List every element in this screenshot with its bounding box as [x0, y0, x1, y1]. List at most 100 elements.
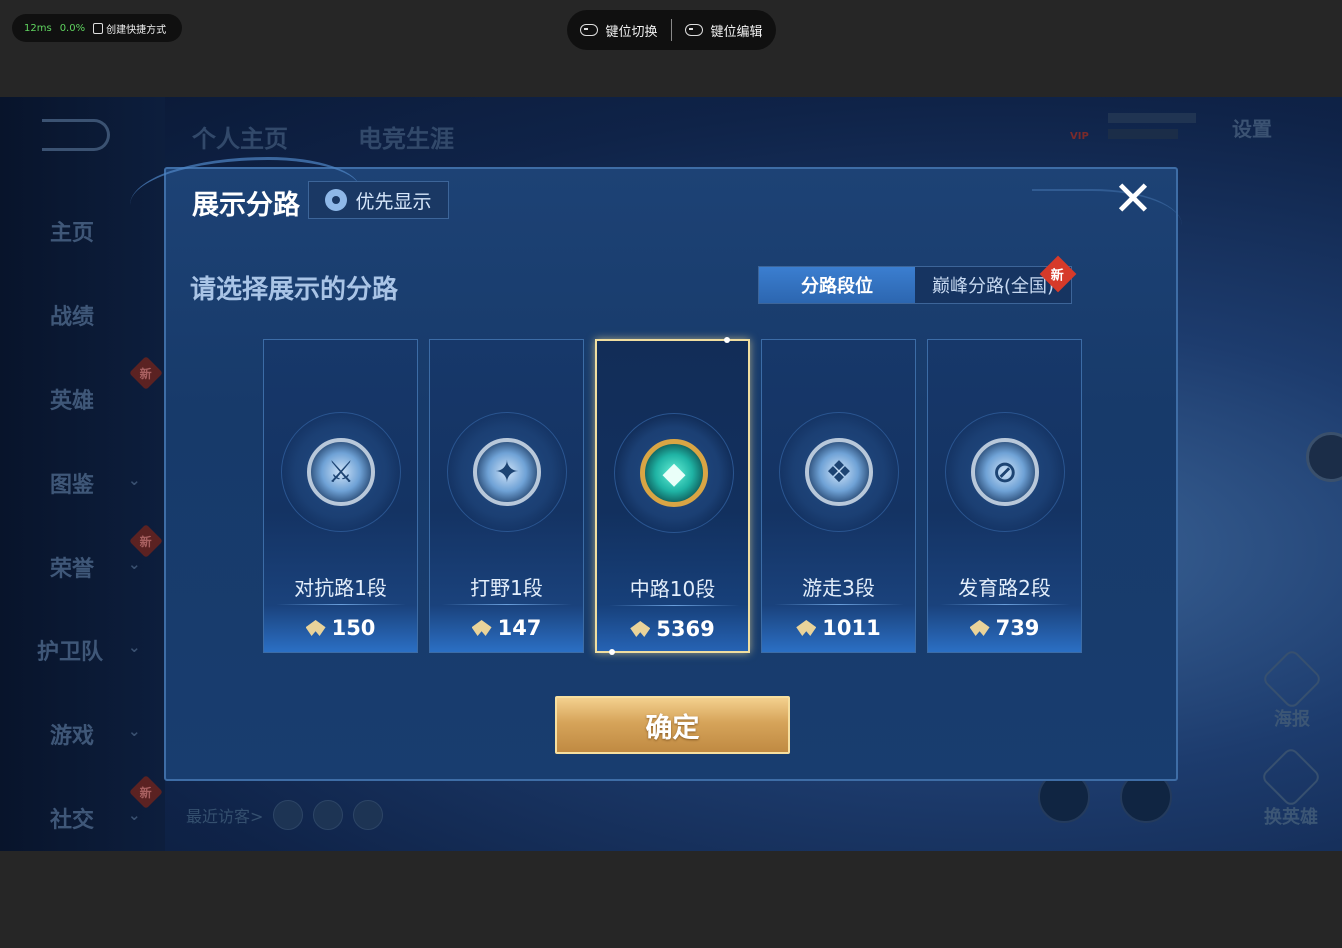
chevron-down-icon[interactable]: ⌄: [128, 638, 141, 656]
lane-emblem-icon: ⊘: [971, 438, 1039, 506]
lane-rank-label: 发育路2段: [958, 576, 1051, 600]
lane-points-value: 739: [995, 616, 1040, 640]
sidebar-item[interactable]: 社交 ⌄ 新: [0, 775, 165, 834]
recent-visitors[interactable]: 最近访客>: [186, 800, 384, 830]
vip-badge[interactable]: VIP: [1068, 109, 1198, 145]
visitor-avatar[interactable]: [273, 800, 304, 830]
lane-card[interactable]: ⚔ 对抗路1段 150: [263, 339, 418, 653]
sidebar-item[interactable]: 英雄 新: [0, 356, 165, 415]
ranking-mode-switch: 分路段位 巅峰分路(全国) 新: [758, 255, 1077, 304]
visitor-avatar[interactable]: [313, 800, 344, 830]
side-handle-icon[interactable]: [1306, 432, 1342, 482]
new-badge-label: 新: [1051, 268, 1065, 284]
lane-card[interactable]: ❖ 游走3段 1011: [761, 339, 916, 653]
confirm-button[interactable]: 确定: [555, 696, 790, 754]
sidebar-item-label: 战绩: [50, 305, 95, 330]
lane-card[interactable]: ⊘ 发育路2段 739: [927, 339, 1082, 653]
selection-corner-dot: [724, 337, 730, 343]
lane-points-value: 5369: [656, 617, 715, 641]
divider: [609, 605, 739, 606]
tab-peak-lane-label: 巅峰分路(全国): [931, 276, 1055, 297]
sidebar-item-label: 英雄: [50, 389, 95, 414]
lane-rank-label: 游走3段: [802, 576, 875, 600]
key-edit-label: 键位编辑: [710, 24, 763, 40]
vip-info-bar: [1108, 113, 1196, 123]
poster-button[interactable]: 海报: [1260, 647, 1324, 731]
points-icon: [471, 620, 492, 636]
divider: [442, 604, 572, 605]
poster-icon: [1260, 647, 1324, 711]
new-badge-label: 新: [139, 534, 153, 549]
visitor-avatar[interactable]: [353, 800, 384, 830]
lane-points: 1011: [762, 616, 915, 640]
decorative-swirl: [1032, 189, 1182, 249]
sidebar-item[interactable]: 图鉴 ⌄: [0, 459, 165, 499]
lane-emblem-icon: ✦: [473, 438, 541, 506]
chevron-down-icon[interactable]: ⌄: [128, 722, 141, 740]
priority-display-button[interactable]: 优先显示: [308, 181, 449, 219]
divider: [774, 604, 904, 605]
key-switch-label: 键位切换: [605, 24, 658, 40]
lane-points: 150: [264, 616, 417, 640]
close-button[interactable]: ✕: [1110, 175, 1156, 223]
points-icon: [305, 620, 326, 636]
recent-visitors-label: 最近访客>: [186, 807, 264, 826]
lane-points-value: 147: [497, 616, 542, 640]
lane-points-value: 150: [331, 616, 376, 640]
vip-label: VIP: [1070, 131, 1089, 142]
back-logo-icon[interactable]: [42, 119, 110, 151]
chevron-down-icon[interactable]: ⌄: [128, 471, 141, 489]
change-hero-button[interactable]: 换英雄: [1259, 745, 1323, 829]
tab-personal-home[interactable]: 个人主页: [192, 119, 288, 154]
lane-card[interactable]: ◆ 中路10段 5369: [595, 337, 750, 655]
create-shortcut-label: 创建快捷方式: [106, 24, 167, 36]
lane-points: 147: [430, 616, 583, 640]
divider: [940, 604, 1070, 605]
lane-points: 739: [928, 616, 1081, 640]
selection-corner-dot: [609, 649, 615, 655]
lane-emblem-icon: ◆: [640, 439, 708, 507]
sidebar-item-label: 游戏: [50, 724, 95, 749]
points-icon: [969, 620, 990, 636]
sidebar-item[interactable]: 战绩: [0, 291, 165, 331]
lane-emblem-icon: ❖: [805, 438, 873, 506]
network-status-pill: 12ms 0.0% 创建快捷方式: [12, 14, 182, 42]
lane-card[interactable]: ✦ 打野1段 147: [429, 339, 584, 653]
tab-lane-rank[interactable]: 分路段位: [759, 267, 915, 303]
sidebar-item-label: 图鉴: [50, 473, 95, 498]
lane-emblem-icon: ⚔: [307, 438, 375, 506]
create-shortcut-button[interactable]: 创建快捷方式: [93, 21, 166, 36]
key-switch-button[interactable]: 键位切换: [567, 21, 671, 40]
game-screen: 主页 战绩 英雄新图鉴 ⌄ 荣誉 ⌄ 新护卫队 ⌄ 游戏 ⌄ 社交 ⌄ 新 个人主页 电竞生涯 VIP …: [0, 97, 1342, 851]
keymap-pill: 键位切换 键位编辑: [567, 10, 776, 50]
gamepad-icon: [580, 24, 599, 36]
sidebar-item[interactable]: 荣誉 ⌄ 新: [0, 524, 165, 583]
shortcut-icon: [93, 22, 104, 34]
divider: [276, 604, 406, 605]
dialog-title: 展示分路: [192, 190, 300, 221]
chevron-down-icon[interactable]: ⌄: [128, 806, 141, 824]
settings-button[interactable]: 设置: [1232, 113, 1272, 142]
key-edit-button[interactable]: 键位编辑: [672, 21, 776, 40]
lane-display-dialog: 展示分路 优先显示 ✕ 请选择展示的分路 分路段位 巅峰分路(全国) 新 ⚔ 对抗…: [130, 157, 1182, 781]
tab-peak-lane[interactable]: 巅峰分路(全国) 新: [915, 255, 1077, 303]
sidebar-item-label: 社交: [50, 808, 95, 833]
points-icon: [630, 621, 651, 637]
dialog-subtitle: 请选择展示的分路: [190, 275, 399, 305]
gear-icon: [325, 189, 348, 211]
chevron-down-icon[interactable]: ⌄: [128, 555, 141, 573]
gamepad-icon: [685, 24, 704, 36]
tab-esports-career[interactable]: 电竞生涯: [358, 119, 454, 154]
change-hero-label: 换英雄: [1264, 807, 1318, 828]
sidebar-item-label: 荣誉: [50, 557, 95, 582]
lane-points-value: 1011: [822, 616, 881, 640]
lane-rank-label: 打野1段: [470, 576, 543, 600]
sidebar-item[interactable]: 游戏 ⌄: [0, 710, 165, 750]
new-badge-label: 新: [139, 366, 153, 381]
packet-loss-readout: 0.0%: [59, 22, 86, 34]
vip-info-bar: [1108, 129, 1178, 139]
emulator-toolbar: 12ms 0.0% 创建快捷方式 键位切换 键位编辑: [0, 0, 1342, 97]
lane-card-list: ⚔ 对抗路1段 150 ✦ 打野1段 147 ◆ 中路10段 5369 ❖ 游走3段 1011 ⊘ 发育路…: [263, 337, 1083, 655]
sidebar-item[interactable]: 护卫队 ⌄: [0, 626, 165, 666]
lane-points: 5369: [597, 617, 748, 641]
